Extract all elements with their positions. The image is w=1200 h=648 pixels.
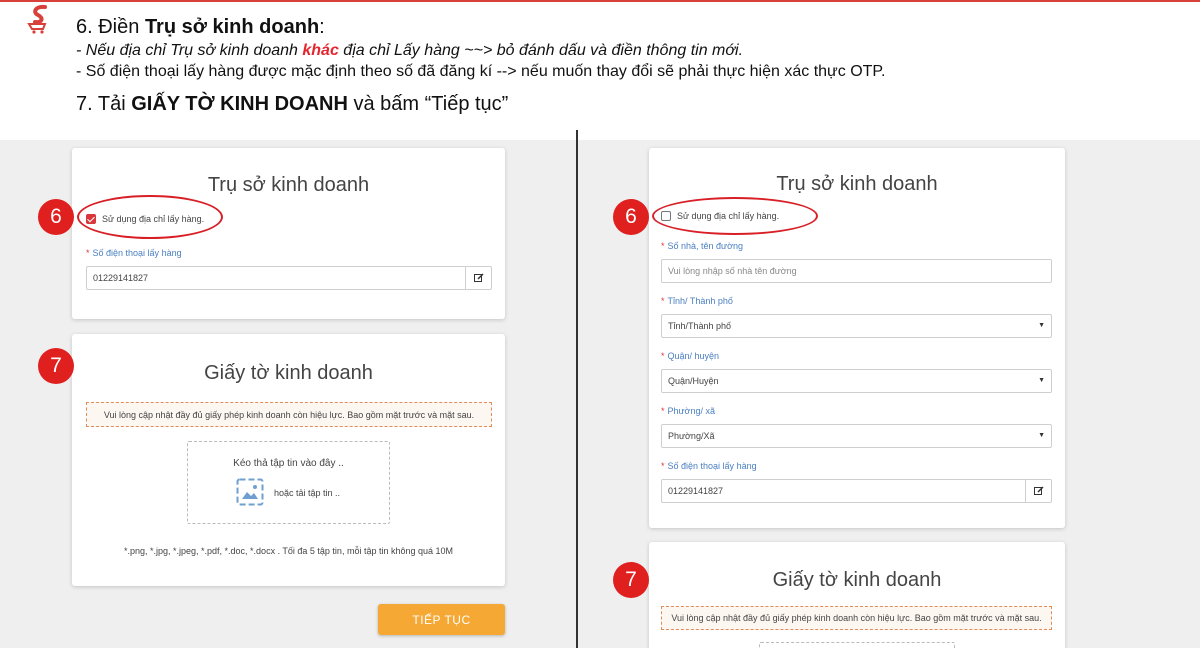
step7-heading: 7. Tải GIẤY TỜ KINH DOANH và bấm “Tiếp t…: [76, 93, 509, 115]
right-phone-label: * Số điện thoại lấy hàng: [661, 461, 757, 471]
right-docs-card: Giấy tờ kinh doanh Vui lòng cập nhật đầy…: [649, 542, 1065, 648]
caret-down-icon: ▼: [1038, 377, 1045, 384]
top-rule: [0, 0, 1200, 2]
right-docs-title: Giấy tờ kinh doanh: [772, 569, 942, 591]
right-file-dropzone[interactable]: [759, 642, 955, 648]
ward-label: * Phường/ xã: [661, 406, 715, 416]
logo-icon: [27, 4, 47, 34]
caret-down-icon: ▼: [1038, 322, 1045, 329]
edit-icon: [473, 273, 484, 282]
right-step7-badge: 7: [613, 562, 649, 598]
right-phone-field[interactable]: 01229141827: [661, 479, 1052, 503]
caret-down-icon: ▼: [1038, 432, 1045, 439]
continue-button[interactable]: TIẾP TỤC: [378, 604, 505, 635]
city-select[interactable]: Tỉnh/Thành phố ▼: [661, 314, 1052, 338]
note-phone-otp: - Số điện thoại lấy hàng được mặc định t…: [76, 63, 886, 80]
right-highlight-ellipse: [652, 197, 818, 235]
allowed-formats: *.png, *.jpg, *.jpeg, *.pdf, *.doc, *.do…: [123, 546, 454, 556]
ward-value: Phường/Xã: [668, 431, 715, 441]
left-phone-field[interactable]: 01229141827: [86, 266, 492, 290]
note-different-address: - Nếu địa chỉ Trụ sở kinh doanh khác địa…: [76, 42, 744, 59]
street-input[interactable]: Vui lòng nhập số nhà tên đường: [661, 259, 1052, 283]
left-phone-value: 01229141827: [93, 273, 149, 283]
city-value: Tỉnh/Thành phố: [668, 321, 732, 331]
dropzone-text: Kéo thả tập tin vào đây ..: [233, 458, 344, 469]
left-office-title: Trụ sở kinh doanh: [207, 174, 370, 196]
right-license-notice: Vui lòng cập nhật đầy đủ giấy phép kinh …: [661, 606, 1052, 630]
step6-heading: 6. Điền Trụ sở kinh doanh:: [76, 16, 325, 38]
image-upload-icon: [236, 478, 264, 506]
left-docs-card: Giấy tờ kinh doanh Vui lòng cập nhật đầy…: [72, 334, 505, 586]
instructions: 6. Điền Trụ sở kinh doanh: - Nếu địa chỉ…: [76, 14, 1176, 117]
left-file-dropzone[interactable]: Kéo thả tập tin vào đây .. hoặc tải tập …: [187, 441, 390, 524]
edit-icon: [1033, 486, 1044, 495]
street-label: * Số nhà, tên đường: [661, 241, 743, 251]
district-value: Quận/Huyện: [668, 376, 719, 386]
left-highlight-ellipse: [77, 195, 223, 239]
left-step6-badge: 6: [38, 199, 74, 235]
panel-divider: [576, 130, 578, 648]
right-office-title: Trụ sở kinh doanh: [776, 173, 938, 195]
right-step6-badge: 6: [613, 199, 649, 235]
ward-select[interactable]: Phường/Xã ▼: [661, 424, 1052, 448]
city-label: * Tỉnh/ Thành phố: [661, 296, 733, 306]
left-phone-edit-button[interactable]: [465, 267, 491, 289]
right-phone-value: 01229141827: [668, 486, 724, 496]
left-license-notice: Vui lòng cập nhật đầy đủ giấy phép kinh …: [86, 402, 492, 427]
district-label: * Quận/ huyện: [661, 351, 720, 361]
district-select[interactable]: Quận/Huyện ▼: [661, 369, 1052, 393]
upload-link[interactable]: hoặc tải tập tin ..: [274, 488, 340, 498]
left-phone-label: * Số điện thoại lấy hàng: [86, 248, 182, 258]
right-phone-edit-button[interactable]: [1025, 480, 1051, 502]
left-docs-title: Giấy tờ kinh doanh: [204, 362, 373, 384]
left-step7-badge: 7: [38, 348, 74, 384]
